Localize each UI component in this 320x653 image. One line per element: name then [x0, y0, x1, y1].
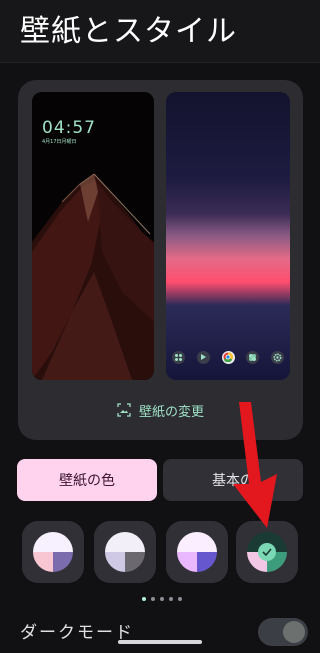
- toggle-knob: [283, 621, 305, 643]
- swatch-segment: [197, 552, 217, 572]
- pager-dot[interactable]: [151, 597, 155, 601]
- pager-dot[interactable]: [142, 597, 146, 601]
- swatch-segment: [105, 532, 125, 552]
- pager-dot[interactable]: [169, 597, 173, 601]
- color-swatch-3[interactable]: [166, 521, 228, 583]
- home-screen-preview[interactable]: [166, 92, 290, 380]
- page-title: 壁紙とスタイル: [20, 14, 237, 49]
- color-swatch-4[interactable]: [236, 521, 298, 583]
- pager-dot[interactable]: [178, 597, 182, 601]
- play-icon: [196, 350, 210, 364]
- settings-icon: [271, 350, 284, 364]
- lock-date: 4月17日月曜日: [42, 139, 77, 145]
- swatch-segment: [105, 552, 125, 572]
- tab-wallpaper-colors[interactable]: 壁紙の色: [17, 459, 157, 501]
- swatch-segment: [177, 552, 197, 572]
- swatch-segment: [33, 552, 53, 572]
- apps-icon: [172, 350, 185, 364]
- selected-indicator: [258, 543, 276, 561]
- color-swatch-1[interactable]: [22, 521, 84, 583]
- photos-icon: [246, 350, 260, 364]
- swatch-segment: [53, 532, 73, 552]
- palette-icon: [247, 532, 287, 572]
- swatch-segment: [125, 532, 145, 552]
- chrome-icon: [221, 350, 235, 364]
- home-indicator[interactable]: [118, 640, 202, 644]
- swatch-pager: [142, 596, 182, 602]
- pager-dot[interactable]: [160, 597, 164, 601]
- lock-clock: 04:57: [42, 118, 96, 138]
- palette-icon: [177, 532, 217, 572]
- swatch-segment: [197, 532, 217, 552]
- dark-mode-label: ダークモード: [20, 623, 134, 643]
- home-dock: [172, 348, 284, 366]
- change-wallpaper-label: 壁紙の変更: [138, 404, 204, 420]
- wallpaper-icon: [117, 403, 131, 417]
- lock-screen-preview[interactable]: 04:57 4月17日月曜日: [32, 92, 154, 380]
- annotation-arrow-icon: [233, 402, 277, 528]
- dark-mode-toggle[interactable]: [258, 618, 308, 646]
- palette-icon: [105, 532, 145, 572]
- palette-icon: [33, 532, 73, 572]
- swatch-segment: [177, 532, 197, 552]
- swatch-segment: [125, 552, 145, 572]
- color-swatch-row: [22, 521, 302, 583]
- swatch-segment: [53, 552, 73, 572]
- wallpaper-preview-card[interactable]: 04:57 4月17日月曜日 壁紙の変更: [18, 80, 303, 440]
- color-swatch-2[interactable]: [94, 521, 156, 583]
- app-header: 壁紙とスタイル: [0, 0, 320, 63]
- swatch-segment: [33, 532, 53, 552]
